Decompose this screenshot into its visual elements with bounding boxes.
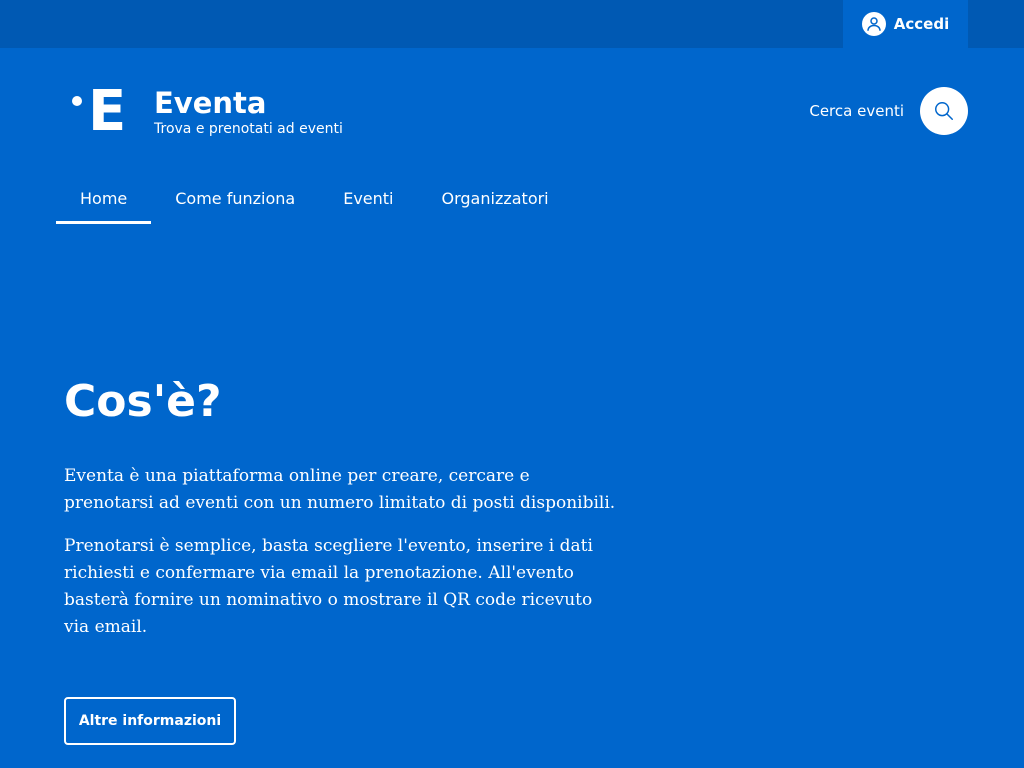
brand-tagline: Trova e prenotati ad eventi [154,121,343,137]
nav-item-eventi[interactable]: Eventi [319,172,417,224]
brand-text: Eventa Trova e prenotati ad eventi [154,86,343,138]
search-icon [935,102,953,120]
booking-paragraph: Prenotarsi è semplice, basta scegliere l… [64,536,593,637]
search-area: Cerca eventi [809,87,968,135]
logo-dot [72,96,82,106]
brand[interactable]: E Eventa Trova e prenotati ad eventi [64,79,343,144]
search-label: Cerca eventi [809,102,904,120]
page-title: Cos'è? [64,376,222,427]
nav-item-home[interactable]: Home [56,172,152,224]
logo-letter: E [88,79,127,144]
brand-name: Eventa [154,86,267,120]
login-label: Accedi [893,15,950,33]
intro-paragraph: Eventa è una piattaforma online per crea… [64,466,616,513]
search-button[interactable] [920,87,968,135]
nav-item-come-funziona[interactable]: Come funziona [151,172,319,224]
brand-logo: E [64,79,144,144]
user-icon [861,12,886,36]
main-nav: Home Come funziona Eventi Organizzatori [56,172,573,224]
top-bar: Accedi [0,0,1024,48]
nav-item-organizzatori[interactable]: Organizzatori [418,172,573,224]
login-button[interactable]: Accedi [843,0,968,48]
more-info-button[interactable]: Altre informazioni [64,697,236,745]
